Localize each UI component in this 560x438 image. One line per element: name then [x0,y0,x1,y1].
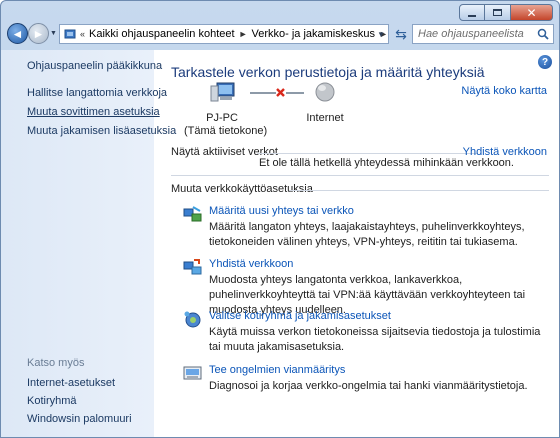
back-arrow-icon: ◄ [11,26,24,41]
computer-name: PJ-PC [206,112,238,124]
task-title-link[interactable]: Määritä uusi yhteys tai verkko [209,205,354,217]
task-description: Diagnosoi ja korjaa verkko-ongelmia tai … [209,380,528,392]
connect-network-icon [183,259,202,275]
search-input[interactable]: Hae ohjauspaneelista [418,28,524,40]
divider [257,153,477,154]
divider [289,190,549,191]
refresh-button[interactable]: ⇆ [391,24,411,44]
refresh-icon: ⇆ [395,25,407,42]
maximize-button[interactable] [485,4,511,21]
see-also-heading: Katso myös [27,357,85,369]
sidebar-item-internet-options[interactable]: Internet-asetukset [27,377,115,389]
sidebar-item-homegroup[interactable]: Kotiryhmä [27,395,77,407]
control-panel-icon [64,29,76,39]
internet-globe-icon [315,82,335,102]
connection-status-text: Et ole tällä hetkellä yhteydessä mihinkä… [259,157,514,169]
sidebar-item-change-adapter-settings[interactable]: Muuta sovittimen asetuksia [27,106,160,118]
computer-icon [210,82,235,102]
address-bar[interactable]: « Kaikki ohjauspaneelin kohteet ► Verkko… [59,24,389,44]
back-button[interactable]: ◄ [7,23,28,44]
forward-arrow-icon: ► [32,26,45,41]
task-title-link[interactable]: Yhdistä verkkoon [209,258,293,270]
close-icon: ✕ [526,5,537,20]
content-area: Ohjauspaneelin pääkikkuna Hallitse langa… [1,50,559,437]
sidebar: Ohjauspaneelin pääkikkuna Hallitse langa… [1,50,176,437]
minimize-icon [468,14,476,17]
main-panel: ? Tarkastele verkon perustietoja ja määr… [154,50,559,437]
breadcrumb-separator: « [80,29,86,39]
task-description: Määritä langaton yhteys, laajakaistayhte… [209,221,525,248]
sidebar-item-windows-firewall[interactable]: Windowsin palomuuri [27,413,132,425]
breadcrumb-item[interactable]: Verkko- ja jakamiskeskus [251,28,375,40]
close-button[interactable]: ✕ [511,4,553,21]
recent-pages-dropdown[interactable]: ▼ [50,30,57,37]
window: ✕ ◄ ► ▼ « Kaikki ohjauspaneelin kohteet … [0,0,560,438]
minimize-button[interactable] [459,4,485,21]
breadcrumb-separator[interactable]: ► [239,29,248,39]
search-icon[interactable] [537,28,549,40]
forward-button[interactable]: ► [28,23,49,44]
new-connection-icon [183,206,202,222]
sidebar-item-manage-wireless[interactable]: Hallitse langattomia verkkoja [27,87,167,99]
computer-subtitle: (Tämä tietokone) [184,125,268,137]
caption-buttons: ✕ [459,4,553,21]
task-description: Käytä muissa verkon tietokoneissa sijait… [209,326,541,353]
maximize-icon [493,9,502,16]
homegroup-icon [184,311,201,328]
troubleshoot-icon [183,366,202,380]
settings-heading: Muuta verkkokäyttöasetuksia [171,183,313,195]
task-title-link[interactable]: Tee ongelmien vianmääritys [209,364,345,376]
internet-label: Internet [306,112,344,124]
divider [171,175,549,176]
sidebar-item-control-panel-home[interactable]: Ohjauspaneelin pääkikkuna [27,60,162,72]
disconnected-x-icon [276,88,285,97]
search-box[interactable]: Hae ohjauspaneelista [412,24,554,44]
network-map [210,82,335,102]
task-title-link[interactable]: Valitse kotiryhmä ja jakamisasetukset [209,310,391,322]
breadcrumb-item[interactable]: Kaikki ohjauspaneelin kohteet [89,28,235,40]
navigation-bar: ◄ ► ▼ « Kaikki ohjauspaneelin kohteet ► … [1,22,559,48]
address-dropdown-icon[interactable]: ▼ [377,30,385,39]
